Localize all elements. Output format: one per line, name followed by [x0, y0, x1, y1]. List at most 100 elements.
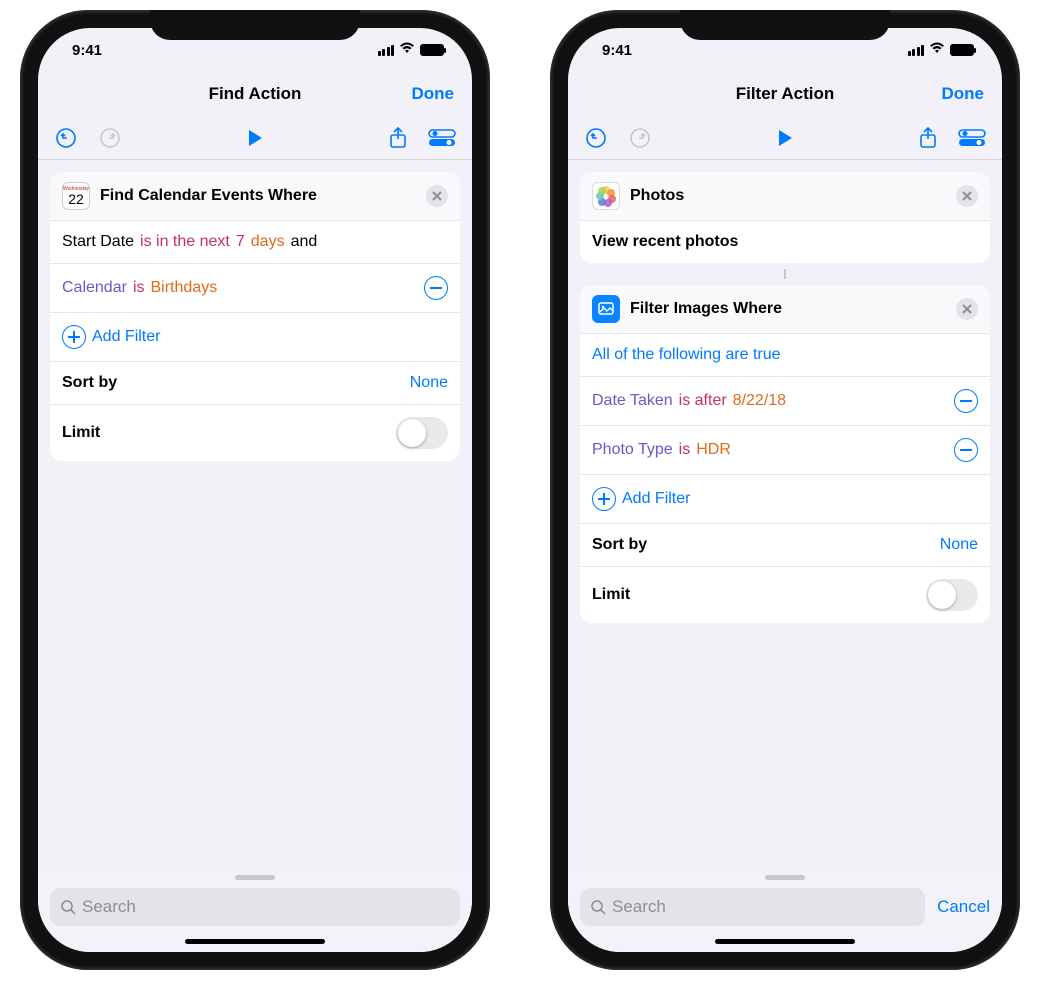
- action-card-calendar: Wednesday22 Find Calendar Events Where S…: [50, 172, 460, 461]
- card-header: Wednesday22 Find Calendar Events Where: [50, 172, 460, 221]
- filter-field[interactable]: Calendar: [62, 279, 127, 297]
- filter-operator[interactable]: is in the next: [140, 233, 230, 251]
- nav-bar: Filter Action Done: [568, 72, 1002, 116]
- plus-icon: [592, 487, 616, 511]
- add-filter-row[interactable]: Add Filter: [580, 475, 990, 524]
- card-title: Filter Images Where: [630, 300, 946, 318]
- connector: [580, 269, 990, 279]
- remove-filter-button[interactable]: [954, 438, 978, 462]
- editor-toolbar: [568, 116, 1002, 160]
- filter-row-date-taken[interactable]: Date Taken is after 8/22/18: [580, 377, 990, 426]
- filter-value[interactable]: Birthdays: [151, 279, 218, 297]
- done-button[interactable]: Done: [942, 84, 985, 104]
- battery-icon: [950, 44, 974, 56]
- screen: 9:41 Filter Action Done: [568, 28, 1002, 952]
- filter-operator[interactable]: is: [679, 441, 691, 459]
- sort-label: Sort by: [592, 536, 647, 554]
- card-header: Photos: [580, 172, 990, 221]
- action-label[interactable]: View recent photos: [580, 221, 990, 263]
- cellular-icon: [908, 45, 925, 56]
- filter-field[interactable]: Photo Type: [592, 441, 673, 459]
- status-time: 9:41: [72, 42, 102, 59]
- canvas[interactable]: Photos View recent photos Filter Images …: [568, 160, 1002, 952]
- add-filter-row[interactable]: Add Filter: [50, 313, 460, 362]
- scope-row[interactable]: All of the following are true: [580, 334, 990, 377]
- add-filter-label: Add Filter: [92, 328, 160, 346]
- scope-label[interactable]: All of the following are true: [592, 346, 781, 364]
- undo-button[interactable]: [584, 127, 608, 149]
- play-button[interactable]: [776, 128, 794, 148]
- photos-icon: [592, 182, 620, 210]
- filter-field[interactable]: Start Date: [62, 233, 134, 251]
- sort-row[interactable]: Sort by None: [50, 362, 460, 405]
- nav-title: Filter Action: [736, 84, 835, 104]
- filter-operator[interactable]: is: [133, 279, 145, 297]
- filter-value[interactable]: 8/22/18: [733, 392, 786, 410]
- sort-row[interactable]: Sort by None: [580, 524, 990, 567]
- remove-filter-button[interactable]: [424, 276, 448, 300]
- filter-number[interactable]: 7: [236, 233, 245, 251]
- nav-title: Find Action: [209, 84, 302, 104]
- home-indicator[interactable]: [715, 939, 855, 944]
- plus-icon: [62, 325, 86, 349]
- card-title: Photos: [630, 187, 946, 205]
- share-button[interactable]: [388, 126, 408, 150]
- search-icon: [590, 899, 606, 915]
- search-input[interactable]: Search: [50, 888, 460, 926]
- search-placeholder: Search: [612, 897, 666, 917]
- undo-button[interactable]: [54, 127, 78, 149]
- cellular-icon: [378, 45, 395, 56]
- status-time: 9:41: [602, 42, 632, 59]
- filter-row-photo-type[interactable]: Photo Type is HDR: [580, 426, 990, 475]
- filter-row-start-date[interactable]: Start Date is in the next 7 days and: [50, 221, 460, 264]
- canvas[interactable]: Wednesday22 Find Calendar Events Where S…: [38, 160, 472, 952]
- action-card-photos: Photos View recent photos: [580, 172, 990, 263]
- close-icon[interactable]: [956, 298, 978, 320]
- sort-label: Sort by: [62, 374, 117, 392]
- search-icon: [60, 899, 76, 915]
- filter-icon: [592, 295, 620, 323]
- nav-bar: Find Action Done: [38, 72, 472, 116]
- limit-label: Limit: [62, 424, 100, 442]
- filter-unit[interactable]: days: [251, 233, 285, 251]
- redo-button: [98, 127, 122, 149]
- settings-button[interactable]: [958, 128, 986, 148]
- filter-row-calendar[interactable]: Calendar is Birthdays: [50, 264, 460, 313]
- editor-toolbar: [38, 116, 472, 160]
- close-icon[interactable]: [956, 185, 978, 207]
- filter-field[interactable]: Date Taken: [592, 392, 673, 410]
- remove-filter-button[interactable]: [954, 389, 978, 413]
- share-button[interactable]: [918, 126, 938, 150]
- limit-toggle[interactable]: [926, 579, 978, 611]
- wifi-icon: [929, 41, 945, 57]
- notch: [150, 10, 360, 40]
- settings-button[interactable]: [428, 128, 456, 148]
- cancel-button[interactable]: Cancel: [937, 897, 990, 917]
- close-icon[interactable]: [426, 185, 448, 207]
- screen: 9:41 Find Action Done: [38, 28, 472, 952]
- notch: [680, 10, 890, 40]
- home-indicator[interactable]: [185, 939, 325, 944]
- play-button[interactable]: [246, 128, 264, 148]
- wifi-icon: [399, 41, 415, 57]
- filter-conjunction: and: [291, 233, 318, 251]
- search-input[interactable]: Search: [580, 888, 925, 926]
- card-header: Filter Images Where: [580, 285, 990, 334]
- filter-value[interactable]: HDR: [696, 441, 731, 459]
- status-right: [908, 42, 975, 58]
- phone-right: 9:41 Filter Action Done: [550, 10, 1020, 970]
- limit-toggle[interactable]: [396, 417, 448, 449]
- filter-operator[interactable]: is after: [679, 392, 727, 410]
- add-filter-label: Add Filter: [622, 490, 690, 508]
- limit-label: Limit: [592, 586, 630, 604]
- sort-value[interactable]: None: [410, 374, 448, 392]
- sort-value[interactable]: None: [940, 536, 978, 554]
- redo-button: [628, 127, 652, 149]
- search-placeholder: Search: [82, 897, 136, 917]
- battery-icon: [420, 44, 444, 56]
- done-button[interactable]: Done: [412, 84, 455, 104]
- limit-row: Limit: [50, 405, 460, 461]
- grabber-icon[interactable]: [235, 875, 275, 880]
- grabber-icon[interactable]: [765, 875, 805, 880]
- phone-left: 9:41 Find Action Done: [20, 10, 490, 970]
